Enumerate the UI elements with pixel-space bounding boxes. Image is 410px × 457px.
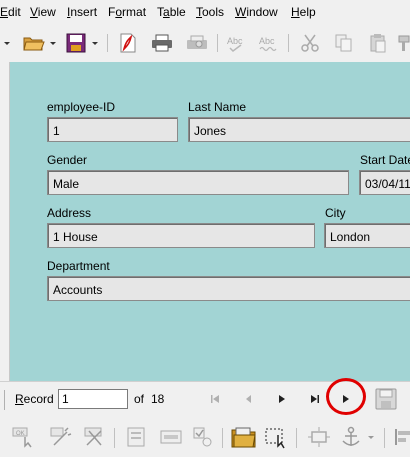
city-field[interactable]: London	[324, 223, 410, 248]
export-pdf-icon[interactable]	[116, 32, 140, 54]
last-record-icon[interactable]	[304, 389, 326, 409]
anchor-icon[interactable]	[338, 424, 364, 450]
paste-icon[interactable]	[366, 32, 390, 54]
address-field[interactable]: 1 House	[47, 223, 315, 248]
record-label-text: ecord	[23, 392, 54, 406]
menu-view[interactable]: View	[30, 5, 56, 19]
form-navigator-icon[interactable]	[231, 424, 257, 450]
menu-bar: Edit View Insert Format Table Tools Wind…	[0, 0, 410, 24]
toolbar-separator	[288, 34, 289, 52]
start-date-label: Start Date	[360, 153, 410, 167]
menu-tools-label: ools	[202, 5, 225, 19]
address-label: Address	[47, 206, 92, 220]
save-record-icon[interactable]	[372, 386, 400, 412]
form-design-toolbar: OK	[0, 418, 410, 457]
last-name-field[interactable]: Jones	[188, 117, 410, 142]
record-number-input[interactable]: 1	[58, 389, 128, 409]
menu-view-accel: V	[30, 5, 38, 19]
department-field[interactable]: Accounts	[47, 276, 410, 301]
city-label: City	[325, 206, 346, 220]
menu-edit[interactable]: Edit	[0, 5, 21, 19]
menu-table-label: ble	[169, 5, 186, 19]
gender-label: Gender	[47, 153, 88, 167]
menu-insert-label: nsert	[70, 5, 98, 19]
employee-id-label: employee-ID	[47, 100, 116, 114]
toolbar-separator	[107, 34, 108, 52]
toolbar-separator	[296, 428, 297, 448]
menu-tools[interactable]: Tools	[196, 5, 224, 19]
menu-table[interactable]: Table	[157, 5, 186, 19]
form-properties-icon[interactable]	[124, 424, 150, 450]
new-dropdown-arrow-icon[interactable]	[0, 32, 14, 54]
next-record-icon[interactable]	[271, 389, 293, 409]
menu-edit-accel: E	[0, 5, 9, 19]
save-dropdown-arrow-icon[interactable]	[88, 32, 102, 54]
align-icon[interactable]	[392, 424, 410, 450]
menu-help-accel: H	[291, 5, 300, 19]
record-label: Record	[15, 392, 54, 406]
clone-formatting-icon[interactable]	[393, 32, 410, 54]
svg-text:OK: OK	[16, 431, 25, 437]
form-left-border	[0, 62, 10, 381]
employee-id-field[interactable]: 1	[47, 117, 178, 142]
open-dropdown-arrow-icon[interactable]	[46, 32, 60, 54]
menu-insert[interactable]: Insert	[67, 5, 97, 19]
menu-help-label: elp	[299, 5, 316, 19]
menu-view-label: iew	[37, 5, 56, 19]
start-date-field[interactable]: 03/04/11	[359, 170, 410, 195]
open-folder-icon[interactable]	[22, 32, 46, 54]
department-label: Department	[47, 259, 110, 273]
cut-icon[interactable]	[298, 32, 322, 54]
total-records: 18	[151, 392, 165, 406]
nav-separator	[4, 390, 5, 410]
position-size-icon[interactable]	[306, 424, 332, 450]
control-properties-icon[interactable]	[158, 424, 184, 450]
design-mode-icon[interactable]: OK	[10, 424, 36, 450]
menu-window-accel: W	[235, 5, 247, 19]
toolbar-separator	[217, 34, 218, 52]
last-name-label: Last Name	[188, 100, 247, 114]
select-controls-icon[interactable]	[264, 424, 290, 450]
standard-toolbar: Abc Abc	[0, 24, 410, 62]
toolbar-separator	[114, 428, 115, 448]
print-icon[interactable]	[150, 32, 174, 54]
anchor-dropdown-arrow-icon[interactable]	[364, 424, 378, 450]
print-preview-icon[interactable]	[185, 32, 209, 54]
menu-table-accel: a	[163, 5, 170, 19]
spellcheck-icon[interactable]: Abc	[226, 32, 250, 54]
of-label: of	[134, 392, 145, 406]
previous-record-icon[interactable]	[237, 389, 259, 409]
save-icon[interactable]	[64, 32, 88, 54]
menu-window[interactable]: Window	[235, 5, 278, 19]
menu-window-label: indow	[246, 5, 278, 19]
menu-format[interactable]: Format	[108, 5, 146, 19]
control-wizards-icon[interactable]	[48, 424, 74, 450]
autospellcheck-icon[interactable]: Abc	[258, 32, 282, 54]
form-design-icon[interactable]	[82, 424, 108, 450]
activation-order-icon[interactable]	[190, 424, 216, 450]
gender-field[interactable]: Male	[47, 170, 349, 195]
svg-text:Abc: Abc	[259, 36, 275, 46]
menu-help[interactable]: Help	[291, 5, 316, 19]
menu-format-label: rmat	[122, 5, 147, 19]
menu-edit-label: dit	[8, 5, 21, 19]
copy-icon[interactable]	[332, 32, 356, 54]
toolbar-separator	[222, 428, 223, 448]
first-record-icon[interactable]	[204, 389, 226, 409]
toolbar-separator	[384, 428, 385, 448]
highlight-circle	[326, 378, 366, 415]
record-label-accel: R	[15, 392, 24, 406]
